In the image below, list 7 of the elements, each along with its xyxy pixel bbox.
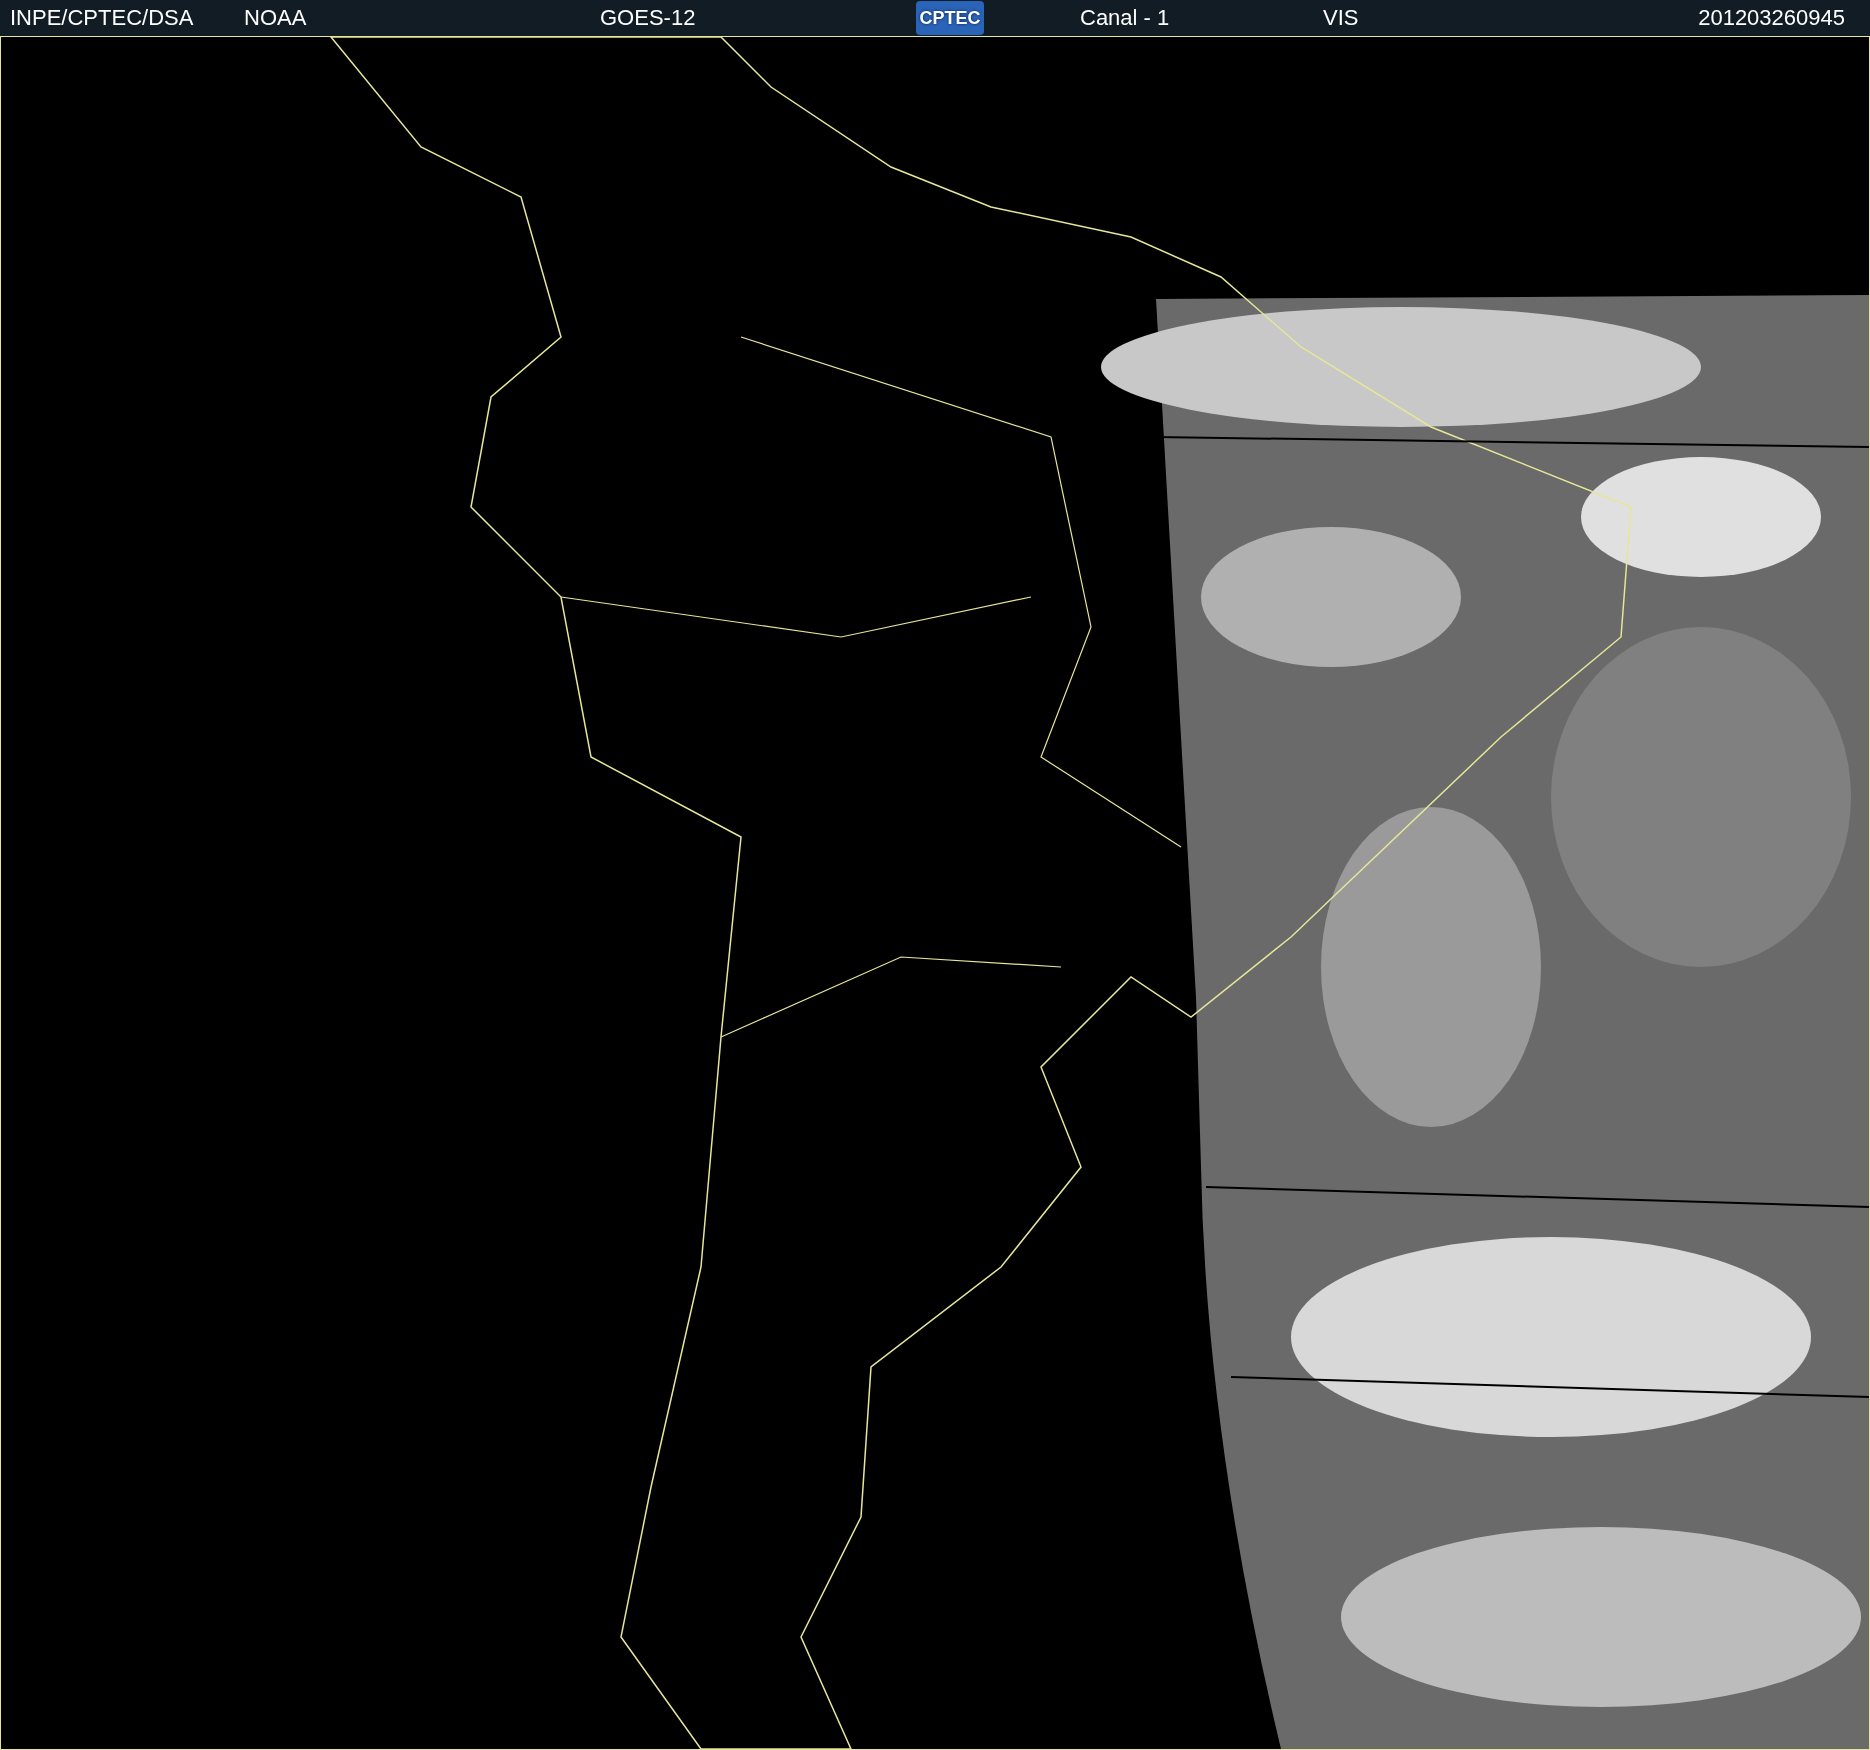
source-label: NOAA: [244, 7, 307, 29]
timestamp-label: 201203260945: [1698, 7, 1845, 29]
logo-badge: CPTEC: [916, 1, 984, 35]
agency-label: INPE/CPTEC/DSA: [10, 7, 194, 29]
channel-label: Canal - 1: [1080, 7, 1170, 29]
band-label: VIS: [1323, 7, 1359, 29]
satellite-label: GOES-12: [600, 7, 696, 29]
